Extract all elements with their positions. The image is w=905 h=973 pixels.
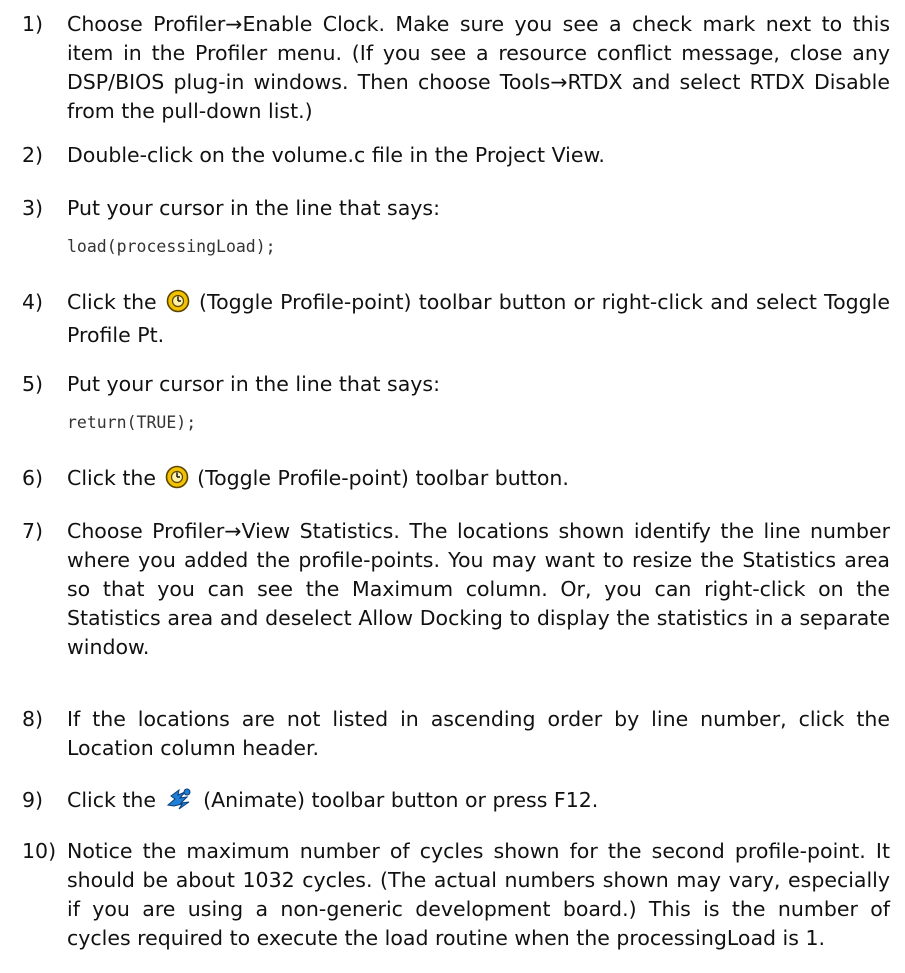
step-text: If the locations are not listed in ascen…: [67, 707, 890, 760]
step-text: Choose Profiler→View Statistics. The loc…: [67, 519, 891, 659]
step-number: 6): [22, 466, 44, 490]
animate-icon: [165, 787, 195, 819]
toggle-profile-point-icon: [165, 465, 189, 497]
step-number: 4): [22, 290, 44, 314]
code-line: return(TRUE);: [67, 413, 197, 432]
step-number: 2): [22, 143, 44, 167]
step-text: Notice the maximum number of cycles show…: [67, 839, 890, 950]
step-number: 1): [22, 12, 44, 36]
step-number: 5): [22, 372, 44, 396]
step-number: 9): [22, 788, 44, 812]
code-line: load(processingLoad);: [67, 237, 276, 256]
step-text: Click the (Toggle Profile-point) toolbar…: [67, 289, 890, 347]
step-number: 8): [22, 707, 44, 731]
step-text: Click the (Toggle Profile-point) toolbar…: [67, 464, 890, 497]
step-text: Choose Profiler→Enable Clock. Make sure …: [67, 12, 890, 123]
step-number: 3): [22, 196, 44, 220]
step-number: 10): [22, 839, 57, 863]
step-text: Click the (Animate) toolbar button or pr…: [67, 786, 890, 819]
step-text: Put your cursor in the line that says:: [67, 372, 441, 396]
toggle-profile-point-icon: [166, 289, 190, 321]
step-text: Put your cursor in the line that says:: [67, 196, 441, 220]
step-text: Double-click on the volume.c file in the…: [67, 143, 605, 167]
instruction-document: 1) Choose Profiler→Enable Clock. Make su…: [0, 0, 905, 973]
step-number: 7): [22, 519, 44, 543]
